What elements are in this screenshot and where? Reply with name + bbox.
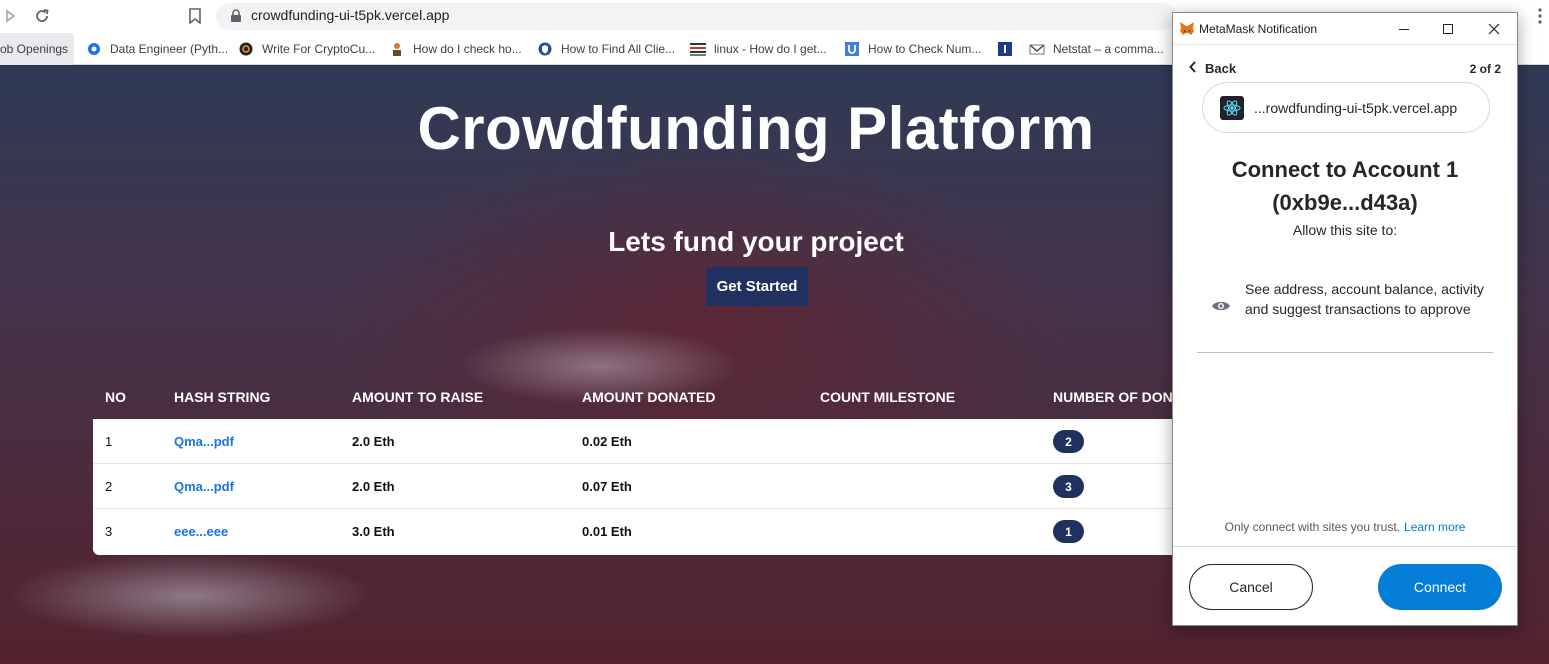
- connect-heading-line2: (0xb9e...d43a): [1272, 190, 1418, 215]
- minimize-icon[interactable]: [1394, 19, 1414, 39]
- forward-icon[interactable]: [0, 6, 20, 26]
- trust-text: Only connect with sites you trust.: [1224, 520, 1401, 534]
- hash-link[interactable]: Qma...pdf: [174, 479, 234, 494]
- bookmark-label: How to Check Num...: [868, 42, 982, 56]
- bookmark-star-icon[interactable]: [185, 6, 205, 26]
- amount-to-raise: 3.0 Eth: [352, 524, 395, 539]
- site-origin-chip: ...rowdfunding-ui-t5pk.vercel.app: [1202, 82, 1490, 133]
- netstat-icon: [1029, 41, 1045, 57]
- hash-link[interactable]: eee...eee: [174, 524, 228, 539]
- trust-notice: Only connect with sites you trust. Learn …: [1173, 520, 1517, 534]
- donor-count-badge: 3: [1053, 475, 1084, 498]
- bookmark-item[interactable]: Netstat – a comma...: [1029, 33, 1164, 65]
- metamask-titlebar[interactable]: MetaMask Notification: [1173, 13, 1517, 45]
- bookmark-item[interactable]: Data Engineer (Pyth...: [86, 33, 228, 65]
- site-origin: ...rowdfunding-ui-t5pk.vercel.app: [1254, 99, 1458, 116]
- bookmark-item[interactable]: Write For CryptoCu...: [238, 33, 375, 65]
- lock-icon[interactable]: [226, 6, 246, 26]
- row-number: 1: [105, 434, 113, 449]
- column-header: HASH STRING: [174, 389, 271, 405]
- bookmark-item[interactable]: How to Check Num...: [844, 33, 981, 65]
- bookmark-label: ob Openings: [0, 42, 69, 56]
- divider: [1197, 352, 1493, 353]
- bookmark-item[interactable]: [997, 33, 1021, 65]
- chevron-left-icon: [1189, 61, 1197, 76]
- amount-donated: 0.07 Eth: [582, 479, 632, 494]
- stack-icon: [690, 41, 706, 57]
- allow-label: Allow this site to:: [1292, 222, 1398, 238]
- metamask-window: MetaMask Notification Back 2 of 2 ...row…: [1172, 12, 1518, 626]
- table-row: 2 Qma...pdf 2.0 Eth 0.07 Eth 3: [93, 464, 1193, 509]
- table-row: 3 eee...eee 3.0 Eth 0.01 Eth 1: [93, 509, 1193, 554]
- column-header: NO: [105, 389, 126, 405]
- bookmark-label: Netstat – a comma...: [1053, 42, 1164, 56]
- column-header: AMOUNT TO RAISE: [352, 389, 484, 405]
- connect-heading-line1: Connect to Account 1: [1231, 157, 1459, 182]
- react-icon: [1220, 95, 1244, 120]
- amount-donated: 0.01 Eth: [582, 524, 632, 539]
- bookmark-item[interactable]: ob Openings: [0, 33, 75, 65]
- column-header: NUMBER OF DONO: [1053, 389, 1184, 405]
- maximize-icon[interactable]: [1438, 19, 1458, 39]
- cancel-button[interactable]: Cancel: [1189, 564, 1313, 610]
- table-row: 1 Qma...pdf 2.0 Eth 0.02 Eth 2: [93, 419, 1193, 464]
- row-number: 3: [105, 524, 113, 539]
- bookmark-item[interactable]: How to Find All Clie...: [537, 33, 675, 65]
- eye-icon: [1211, 299, 1231, 318]
- person-icon: [389, 41, 405, 57]
- permission-description: See address, account balance, activity a…: [1245, 281, 1484, 317]
- globe-icon: [86, 41, 102, 57]
- bookmark-label: linux - How do I get...: [714, 42, 827, 56]
- bookmark-item[interactable]: linux - How do I get...: [690, 33, 827, 65]
- connect-heading: Connect to Account 1 (0xb9e...d43a): [1173, 153, 1517, 219]
- crypto-icon: [238, 41, 254, 57]
- amount-to-raise: 2.0 Eth: [352, 479, 395, 494]
- url-text[interactable]: crowdfunding-ui-t5pk.vercel.app: [251, 7, 449, 23]
- bookmark-label: Write For CryptoCu...: [262, 42, 376, 56]
- bookmark-label: How do I check ho...: [413, 42, 522, 56]
- column-header: AMOUNT DONATED: [582, 389, 716, 405]
- footer-divider: [1173, 546, 1517, 547]
- learn-more-link[interactable]: Learn more: [1404, 520, 1465, 534]
- shield-icon: [537, 41, 553, 57]
- amount-donated: 0.02 Eth: [582, 434, 632, 449]
- i-icon: [997, 41, 1013, 57]
- reload-icon[interactable]: [32, 6, 52, 26]
- metamask-fox-icon: [1179, 21, 1195, 41]
- connect-button[interactable]: Connect: [1378, 564, 1502, 610]
- bookmark-item[interactable]: How do I check ho...: [389, 33, 522, 65]
- bookmark-label: Data Engineer (Pyth...: [110, 42, 229, 56]
- amount-to-raise: 2.0 Eth: [352, 434, 395, 449]
- get-started-button[interactable]: Get Started: [706, 267, 808, 306]
- close-icon[interactable]: [1484, 19, 1504, 39]
- step-indicator: 2 of 2: [1469, 62, 1501, 76]
- row-number: 2: [105, 479, 113, 494]
- back-button[interactable]: Back: [1189, 61, 1236, 76]
- window-title: MetaMask Notification: [1199, 22, 1318, 36]
- table-header: NO HASH STRING AMOUNT TO RAISE AMOUNT DO…: [93, 377, 1193, 417]
- column-header: COUNT MILESTONE: [820, 389, 956, 405]
- projects-table: 1 Qma...pdf 2.0 Eth 0.02 Eth 2 2 Qma...p…: [93, 419, 1193, 555]
- donor-count-badge: 1: [1053, 520, 1084, 543]
- u-icon: [844, 41, 860, 57]
- browser-menu-icon[interactable]: [1530, 6, 1549, 26]
- donor-count-badge: 2: [1053, 430, 1084, 453]
- hash-link[interactable]: Qma...pdf: [174, 434, 234, 449]
- bookmark-label: How to Find All Clie...: [561, 42, 676, 56]
- back-label: Back: [1205, 61, 1237, 76]
